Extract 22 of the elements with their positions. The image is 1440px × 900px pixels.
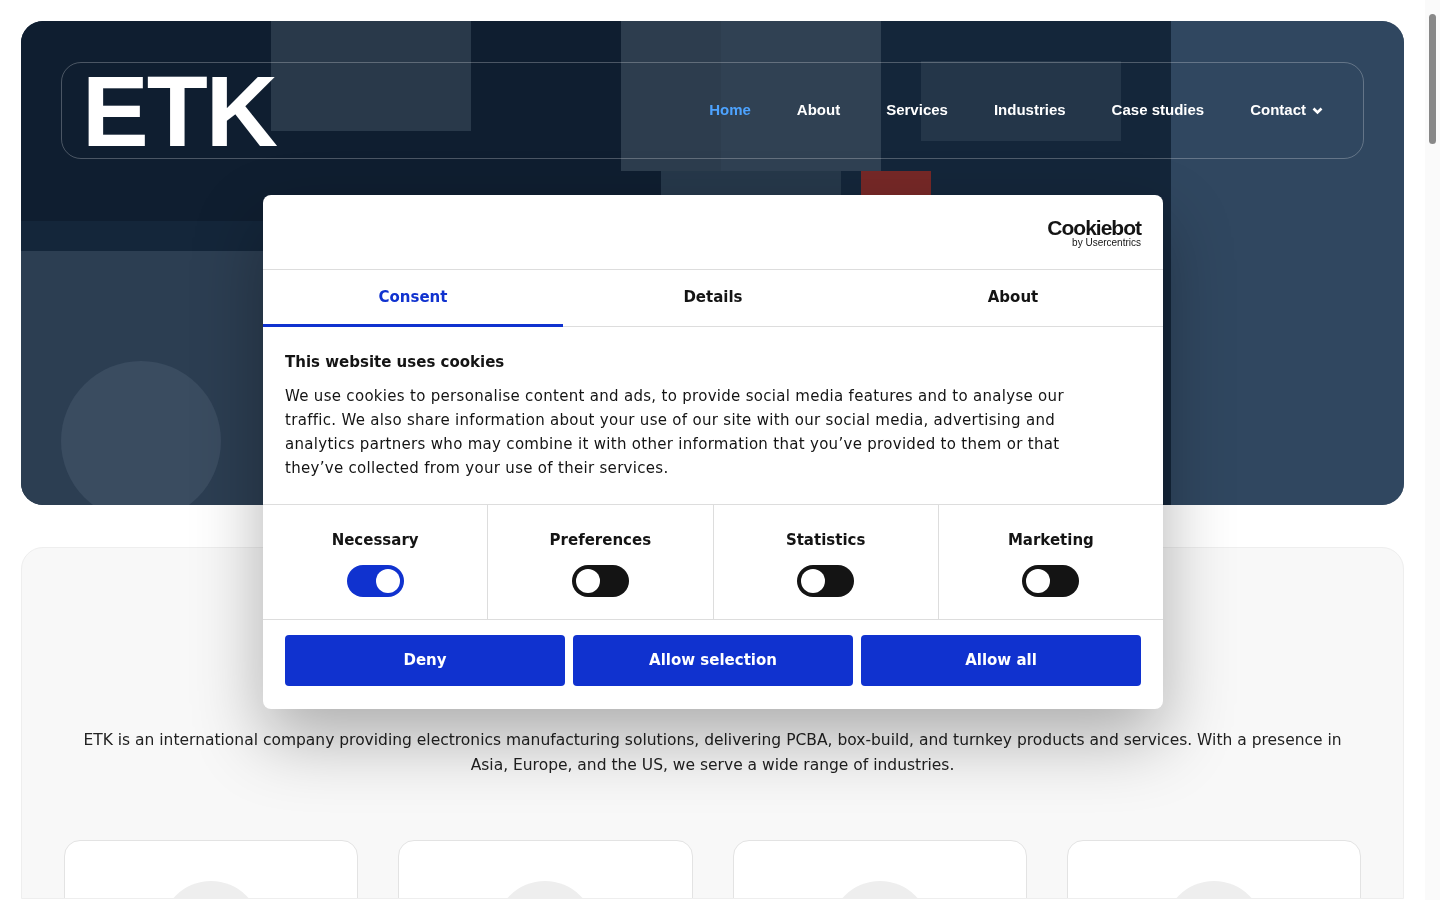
category-label: Necessary <box>331 529 419 551</box>
category-label: Marketing <box>1007 529 1094 551</box>
logo[interactable]: ETK <box>82 60 276 161</box>
tab[interactable]: Consent <box>263 270 563 327</box>
consent-button[interactable]: Allow selection <box>573 635 853 686</box>
consent-button[interactable]: Allow all <box>861 635 1141 686</box>
category-label: Statistics <box>785 529 866 551</box>
nav-link[interactable]: Contact <box>1250 99 1323 122</box>
nav-link[interactable]: Industries <box>993 99 1066 122</box>
tab[interactable]: Details <box>563 270 863 327</box>
intro-paragraph: ETK is an international company providing electronics manufacturing solutions, delivering PCBA, box-build, and turnkey products and services. With a presence in Asia, Europe, and the US, we serve a wide range of industries. <box>82 730 1343 776</box>
dialog-title: This website uses cookies <box>285 352 506 373</box>
dialog-text: We use cookies to personalise content and ads, to provide social media features and to analyse our traffic. We also share information about your use of our site with our social media, advertising and analytics partners who may combine it with other information that you’ve provided to them or that they’ve collected from your use of their services. <box>285 385 1065 479</box>
nav-link[interactable]: Case studies <box>1111 99 1205 122</box>
brand-logo: Cookiebot <box>1047 216 1141 238</box>
category-label: Preferences <box>549 529 652 551</box>
nav-link[interactable]: About <box>796 99 841 122</box>
consent-button[interactable]: Deny <box>285 635 565 686</box>
brand-subtitle: by Usercentrics <box>1072 237 1141 248</box>
nav-link[interactable]: Home <box>709 99 751 122</box>
nav-link[interactable]: Services <box>886 99 948 122</box>
tab[interactable]: About <box>863 270 1163 327</box>
